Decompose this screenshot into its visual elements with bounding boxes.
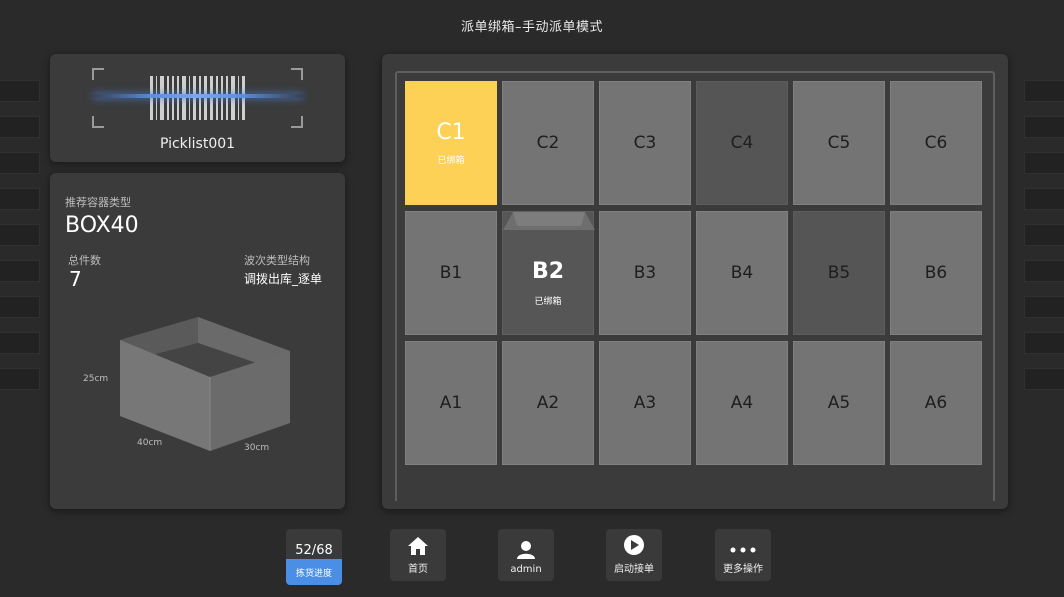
play-icon — [624, 535, 644, 555]
slot-c2[interactable]: C2 — [502, 81, 594, 205]
start-order-label: 启动接单 — [614, 564, 654, 575]
slot-c5[interactable]: C5 — [793, 81, 885, 205]
dimension-height: 25cm — [83, 374, 109, 384]
slot-a6[interactable]: A6 — [890, 341, 982, 465]
slot-status: 已绑箱 — [437, 156, 465, 166]
home-icon — [408, 537, 428, 555]
container-type-label: 推荐容器类型 — [65, 196, 131, 209]
slot-code: B5 — [827, 263, 851, 283]
slot-a5[interactable]: A5 — [793, 341, 885, 465]
slot-c1[interactable]: C1 已绑箱 — [405, 81, 497, 205]
slot-c3[interactable]: C3 — [599, 81, 691, 205]
slot-code: C1 — [436, 120, 466, 145]
scan-frame-corner — [291, 68, 303, 80]
user-label: admin — [510, 564, 542, 575]
slot-a2[interactable]: A2 — [502, 341, 594, 465]
slot-code: A3 — [633, 393, 657, 413]
picklist-id: Picklist001 — [159, 136, 236, 152]
scan-frame-corner — [92, 116, 104, 128]
page-title: 派单绑箱–手动派单模式 — [460, 20, 603, 35]
slot-status: 已绑箱 — [534, 297, 562, 307]
slot-code: A1 — [439, 393, 463, 413]
slot-code: B6 — [924, 263, 948, 283]
dimension-length: 40cm — [137, 438, 163, 448]
wave-type-value: 调拨出库_逐单 — [244, 272, 323, 286]
slot-code: A4 — [730, 393, 754, 413]
slot-c4[interactable]: C4 — [696, 81, 788, 205]
slot-code: A6 — [924, 393, 948, 413]
slot-b6[interactable]: B6 — [890, 211, 982, 335]
pick-progress-count: 52/68 — [295, 543, 333, 558]
slot-code: C6 — [924, 133, 948, 153]
slot-code: B3 — [633, 263, 657, 283]
container-type-value: BOX40 — [65, 213, 139, 238]
slot-code: C2 — [536, 133, 560, 153]
slot-b1[interactable]: B1 — [405, 211, 497, 335]
slot-code: B4 — [730, 263, 754, 283]
scan-frame-corner — [291, 116, 303, 128]
user-button[interactable]: admin — [498, 529, 554, 581]
slot-grid-panel: C1 已绑箱 C2 C3 C4 C5 C6 B1 B2 已绑箱 B3 B4 B5… — [382, 54, 1008, 509]
slot-code: C3 — [633, 133, 657, 153]
slot-code: A2 — [536, 393, 560, 413]
scan-panel: Picklist001 — [50, 54, 345, 162]
slot-code: B2 — [531, 259, 565, 284]
pick-progress-label: 拣货进度 — [286, 559, 342, 585]
slot-c6[interactable]: C6 — [890, 81, 982, 205]
pick-progress-button[interactable]: 52/68 拣货进度 — [286, 529, 342, 585]
dimension-width: 30cm — [244, 443, 270, 453]
slot-code: C5 — [827, 133, 851, 153]
wave-type-label: 波次类型结构 — [244, 254, 310, 267]
start-order-button[interactable]: 启动接单 — [606, 529, 662, 581]
more-actions-label: 更多操作 — [723, 564, 763, 575]
scan-frame-corner — [92, 68, 104, 80]
home-button[interactable]: 首页 — [390, 529, 446, 581]
slot-code: A5 — [827, 393, 851, 413]
slot-a4[interactable]: A4 — [696, 341, 788, 465]
slot-b4[interactable]: B4 — [696, 211, 788, 335]
slot-code: C4 — [730, 133, 754, 153]
home-label: 首页 — [408, 564, 428, 575]
barcode-icon — [150, 76, 246, 120]
scan-line — [92, 94, 303, 98]
box-open-icon — [503, 212, 595, 230]
background-shelf-left — [0, 80, 40, 410]
more-dots-icon — [730, 547, 756, 553]
slot-b3[interactable]: B3 — [599, 211, 691, 335]
slot-a1[interactable]: A1 — [405, 341, 497, 465]
more-actions-button[interactable]: 更多操作 — [715, 529, 771, 581]
container-info-panel: 推荐容器类型 BOX40 总件数 7 波次类型结构 调拨出库_逐单 25cm 4… — [50, 173, 345, 509]
slot-b5[interactable]: B5 — [793, 211, 885, 335]
count-label: 总件数 — [68, 254, 101, 267]
count-value: 7 — [69, 267, 82, 291]
slot-b2[interactable]: B2 已绑箱 — [502, 211, 595, 335]
slot-code: B1 — [439, 263, 463, 283]
slot-a3[interactable]: A3 — [599, 341, 691, 465]
background-shelf-right — [1024, 80, 1064, 410]
user-icon — [517, 541, 535, 559]
